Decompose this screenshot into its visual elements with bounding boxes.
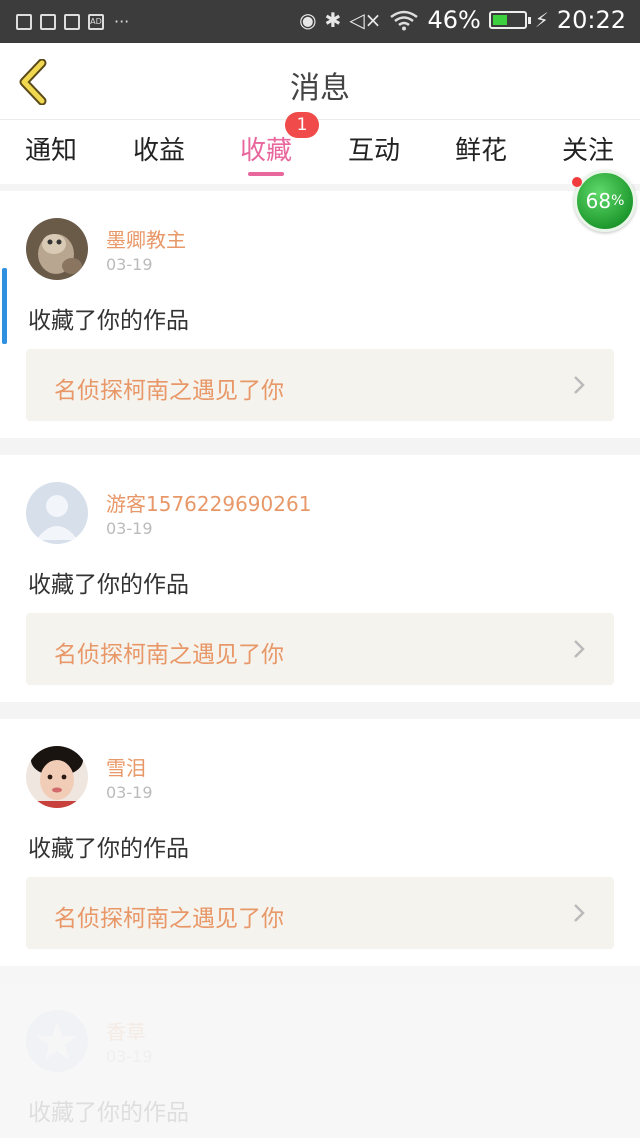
mute-icon: ◁×	[349, 8, 382, 32]
message-date: 03-19	[106, 783, 153, 802]
wifi-icon	[390, 10, 419, 31]
calendar-icon	[64, 13, 80, 30]
floating-progress-ball[interactable]: 68%	[574, 170, 636, 232]
girl-photo-avatar	[26, 746, 88, 808]
message-text: 收藏了你的作品	[28, 836, 189, 862]
message-date: 03-19	[106, 255, 153, 274]
work-link[interactable]: 名侦探柯南之遇见了你	[26, 877, 614, 949]
list-item: 墨卿教主 03-19 收藏了你的作品 名侦探柯南之遇见了你	[0, 191, 640, 438]
work-title: 名侦探柯南之遇见了你	[54, 378, 284, 404]
user-name[interactable]: 游客1576229690261	[106, 488, 311, 517]
user-name[interactable]: 雪泪	[106, 752, 146, 781]
list-item: 香草 03-19 收藏了你的作品	[0, 983, 640, 1138]
work-link[interactable]: 名侦探柯南之遇见了你	[26, 349, 614, 421]
avatar[interactable]	[26, 1010, 88, 1072]
tab-interaction[interactable]: 互动	[324, 130, 424, 167]
tab-active-indicator	[248, 172, 284, 176]
clock: 20:22	[556, 6, 626, 34]
status-bar: AD ··· ◉ ✱ ◁× 46% ⚡ 20:22	[0, 0, 640, 43]
star-default-avatar	[26, 1010, 88, 1072]
tab-earnings[interactable]: 收益	[109, 130, 209, 167]
page-title: 消息	[290, 71, 350, 106]
avatar[interactable]	[26, 482, 88, 544]
chevron-right-icon	[574, 376, 585, 394]
battery-fill	[492, 15, 507, 25]
message-text: 收藏了你的作品	[28, 572, 189, 598]
progress-value: 68	[585, 189, 612, 213]
tab-follow[interactable]: 关注	[538, 130, 638, 167]
message-text: 收藏了你的作品	[28, 308, 189, 334]
user-name[interactable]: 香草	[106, 1016, 146, 1045]
tab-bar: 通知 收益 收藏 互动 鲜花 关注	[0, 120, 640, 184]
scroll-indicator	[2, 268, 7, 344]
ad-icon: AD	[88, 13, 104, 30]
notification-dot	[572, 177, 582, 187]
avatar[interactable]	[26, 218, 88, 280]
battery-percent: 46%	[427, 6, 481, 34]
more-dots-icon: ···	[114, 12, 130, 31]
message-text: 收藏了你的作品	[28, 1100, 189, 1126]
message-date: 03-19	[106, 519, 153, 538]
status-left-icons: AD ···	[16, 12, 129, 31]
bluetooth-icon: ✱	[324, 8, 342, 32]
list-item: 游客1576229690261 03-19 收藏了你的作品 名侦探柯南之遇见了你	[0, 455, 640, 702]
chevron-right-icon	[574, 640, 585, 658]
status-right: ◉ ✱ ◁× 46% ⚡ 20:22	[299, 6, 626, 34]
avatar[interactable]	[26, 746, 88, 808]
charging-icon: ⚡	[534, 8, 549, 32]
default-person-avatar	[26, 482, 88, 544]
message-date: 03-19	[106, 1047, 153, 1066]
app-header: 消息	[0, 43, 640, 120]
tab-notify[interactable]: 通知	[1, 130, 101, 167]
cat-photo-avatar	[26, 218, 88, 280]
work-link[interactable]: 名侦探柯南之遇见了你	[26, 613, 614, 685]
calendar-icon	[40, 13, 56, 30]
work-title: 名侦探柯南之遇见了你	[54, 642, 284, 668]
work-title: 名侦探柯南之遇见了你	[54, 906, 284, 932]
user-name[interactable]: 墨卿教主	[106, 224, 186, 253]
gallery-icon	[16, 13, 32, 30]
battery-icon	[488, 11, 531, 29]
unread-badge: 1	[285, 112, 319, 138]
tab-flowers[interactable]: 鲜花	[431, 130, 531, 167]
chevron-right-icon	[574, 904, 585, 922]
progress-unit: %	[611, 193, 625, 209]
vibrate-icon: ◉	[299, 8, 317, 32]
list-item: 雪泪 03-19 收藏了你的作品 名侦探柯南之遇见了你	[0, 719, 640, 966]
